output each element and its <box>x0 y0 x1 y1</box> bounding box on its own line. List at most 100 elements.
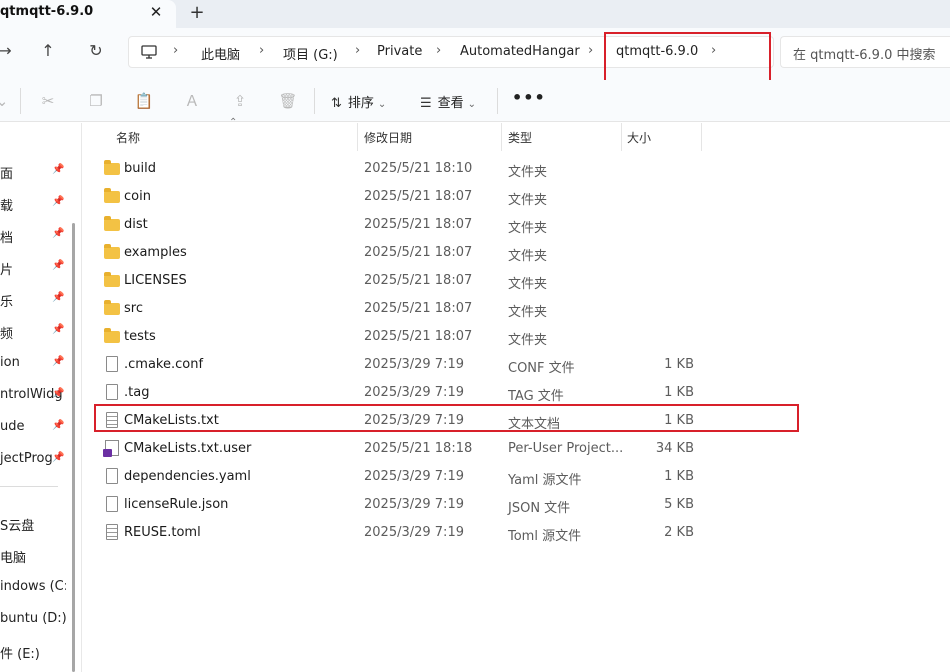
sidebar-scrollbar[interactable] <box>72 223 75 672</box>
table-row[interactable]: LICENSES 2025/5/21 18:07 文件夹 <box>82 267 950 295</box>
table-row[interactable]: dependencies.yaml 2025/3/29 7:19 Yaml 源文件 1… <box>82 463 950 491</box>
breadcrumb-item[interactable]: Private <box>377 44 422 59</box>
column-header-date[interactable]: 修改日期 <box>364 129 412 146</box>
table-row[interactable]: licenseRule.json 2025/3/29 7:19 JSON 文件 5 K… <box>82 491 950 519</box>
pin-icon: 📌 <box>52 260 65 271</box>
sidebar-item[interactable]: ntrolWidg 📌 <box>0 383 66 409</box>
chevron-right-icon[interactable]: › <box>259 43 264 58</box>
file-icon <box>106 356 118 372</box>
copy-icon[interactable]: ❐ <box>86 91 106 111</box>
sidebar-item-label: indows (C:) <box>0 579 66 594</box>
chevron-down-icon[interactable]: ⌄ <box>0 91 12 111</box>
file-size: 5 KB <box>664 497 694 512</box>
column-header-name[interactable]: 名称 <box>116 129 140 146</box>
pin-icon: 📌 <box>52 196 65 207</box>
file-size: 34 KB <box>655 441 694 456</box>
chevron-right-icon[interactable]: › <box>588 43 593 58</box>
window-tab[interactable]: qtmqtt-6.9.0 ✕ <box>0 0 176 28</box>
sidebar-item-label: 件 (E:) <box>0 647 40 662</box>
table-row[interactable]: build 2025/5/21 18:10 文件夹 <box>82 155 950 183</box>
file-date: 2025/5/21 18:10 <box>364 161 473 176</box>
folder-icon <box>104 272 120 287</box>
folder-icon <box>104 216 120 231</box>
file-name: .cmake.conf <box>124 357 204 372</box>
sidebar-item[interactable]: buntu (D:) <box>0 607 66 633</box>
table-row[interactable]: .cmake.conf 2025/3/29 7:19 CONF 文件 1 KB <box>82 351 950 379</box>
view-label: 查看 <box>437 96 464 111</box>
sidebar-item[interactable]: 乐 📌 <box>0 287 66 313</box>
file-type: 文件夹 <box>508 277 548 292</box>
column-divider[interactable] <box>621 123 622 151</box>
toolbar-divider <box>497 88 498 114</box>
sidebar-item[interactable]: 件 (E:) <box>0 639 66 665</box>
column-divider[interactable] <box>501 123 502 151</box>
delete-icon[interactable]: 🗑 <box>278 91 298 111</box>
share-icon[interactable]: ⇪ <box>230 91 250 111</box>
navigation-bar: → ↑ ↻ › 此电脑 › 项目 (G:) › Private › Automa… <box>0 28 950 84</box>
file-size: 1 KB <box>664 469 694 484</box>
pin-icon: 📌 <box>52 452 65 463</box>
file-type: 文件夹 <box>508 193 548 208</box>
folder-icon <box>104 244 120 259</box>
table-row[interactable]: .tag 2025/3/29 7:19 TAG 文件 1 KB <box>82 379 950 407</box>
file-list: ⌃ 名称 修改日期 类型 大小 build 2025/5/21 18:10 文件夹 c… <box>82 117 950 672</box>
view-icon: ☰ <box>420 96 432 111</box>
sidebar-item-label: 乐 <box>0 295 14 310</box>
column-divider[interactable] <box>701 123 702 151</box>
qt-project-icon <box>103 440 119 457</box>
chevron-down-icon: ⌄ <box>377 99 387 110</box>
folder-icon <box>104 328 120 343</box>
add-tab-icon[interactable]: + <box>186 2 208 24</box>
sidebar-item[interactable]: 档 📌 <box>0 223 66 249</box>
cut-icon[interactable]: ✂ <box>38 91 58 111</box>
sidebar-item-label: 频 <box>0 327 14 342</box>
breadcrumb-item[interactable]: AutomatedHangar <box>460 44 580 59</box>
sidebar-item-label: ion <box>0 355 20 370</box>
chevron-right-icon[interactable]: › <box>436 43 441 58</box>
refresh-icon[interactable]: ↻ <box>85 40 107 62</box>
more-options-icon[interactable]: ••• <box>512 88 546 107</box>
paste-icon[interactable]: 📋 <box>134 91 154 111</box>
sidebar-item[interactable]: jectProg 📌 <box>0 447 66 473</box>
breadcrumb-item[interactable]: 项目 (G:) <box>283 44 338 63</box>
forward-icon[interactable]: → <box>0 40 16 62</box>
column-header-size[interactable]: 大小 <box>627 129 651 146</box>
view-button[interactable]: ☰ 查看 ⌄ <box>420 92 476 111</box>
sort-button[interactable]: ⇅ 排序 ⌄ <box>331 92 386 111</box>
computer-icon <box>141 45 157 59</box>
sidebar-item[interactable]: ude 📌 <box>0 415 66 441</box>
sidebar-item[interactable]: 面 📌 <box>0 159 66 185</box>
up-icon[interactable]: ↑ <box>37 40 59 62</box>
sidebar-item[interactable]: 频 📌 <box>0 319 66 345</box>
table-row[interactable]: coin 2025/5/21 18:07 文件夹 <box>82 183 950 211</box>
sidebar-item[interactable]: ion 📌 <box>0 351 66 377</box>
column-divider[interactable] <box>357 123 358 151</box>
table-row[interactable]: dist 2025/5/21 18:07 文件夹 <box>82 211 950 239</box>
file-size: 1 KB <box>664 357 694 372</box>
table-row[interactable]: examples 2025/5/21 18:07 文件夹 <box>82 239 950 267</box>
sidebar-item[interactable]: 片 📌 <box>0 255 66 281</box>
file-name: .tag <box>124 385 150 400</box>
file-type: CONF 文件 <box>508 361 575 376</box>
file-date: 2025/3/29 7:19 <box>364 497 464 512</box>
sidebar-item[interactable]: indows (C:) <box>0 575 66 601</box>
chevron-right-icon[interactable]: › <box>173 43 178 58</box>
table-row[interactable]: tests 2025/5/21 18:07 文件夹 <box>82 323 950 351</box>
sidebar-item[interactable]: S云盘 <box>0 511 66 537</box>
sidebar-item[interactable]: 电脑 <box>0 543 66 569</box>
table-row[interactable]: CMakeLists.txt.user 2025/5/21 18:18 Per-Us… <box>82 435 950 463</box>
folder-icon <box>104 188 120 203</box>
breadcrumb-item[interactable]: 此电脑 <box>201 44 240 63</box>
chevron-down-icon: ⌄ <box>467 99 477 110</box>
search-input[interactable]: 在 qtmqtt-6.9.0 中搜索 <box>780 36 950 68</box>
column-header-type[interactable]: 类型 <box>508 129 532 146</box>
file-name: build <box>124 161 156 176</box>
sidebar-item[interactable]: 载 📌 <box>0 191 66 217</box>
close-icon[interactable]: ✕ <box>147 3 165 21</box>
chevron-right-icon[interactable]: › <box>355 43 360 58</box>
table-row[interactable]: REUSE.toml 2025/3/29 7:19 Toml 源文件 2 KB <box>82 519 950 547</box>
rename-icon[interactable]: Ａ <box>182 91 202 111</box>
sidebar-item-label: 档 <box>0 231 14 246</box>
table-row[interactable]: src 2025/5/21 18:07 文件夹 <box>82 295 950 323</box>
file-date: 2025/5/21 18:18 <box>364 441 473 456</box>
